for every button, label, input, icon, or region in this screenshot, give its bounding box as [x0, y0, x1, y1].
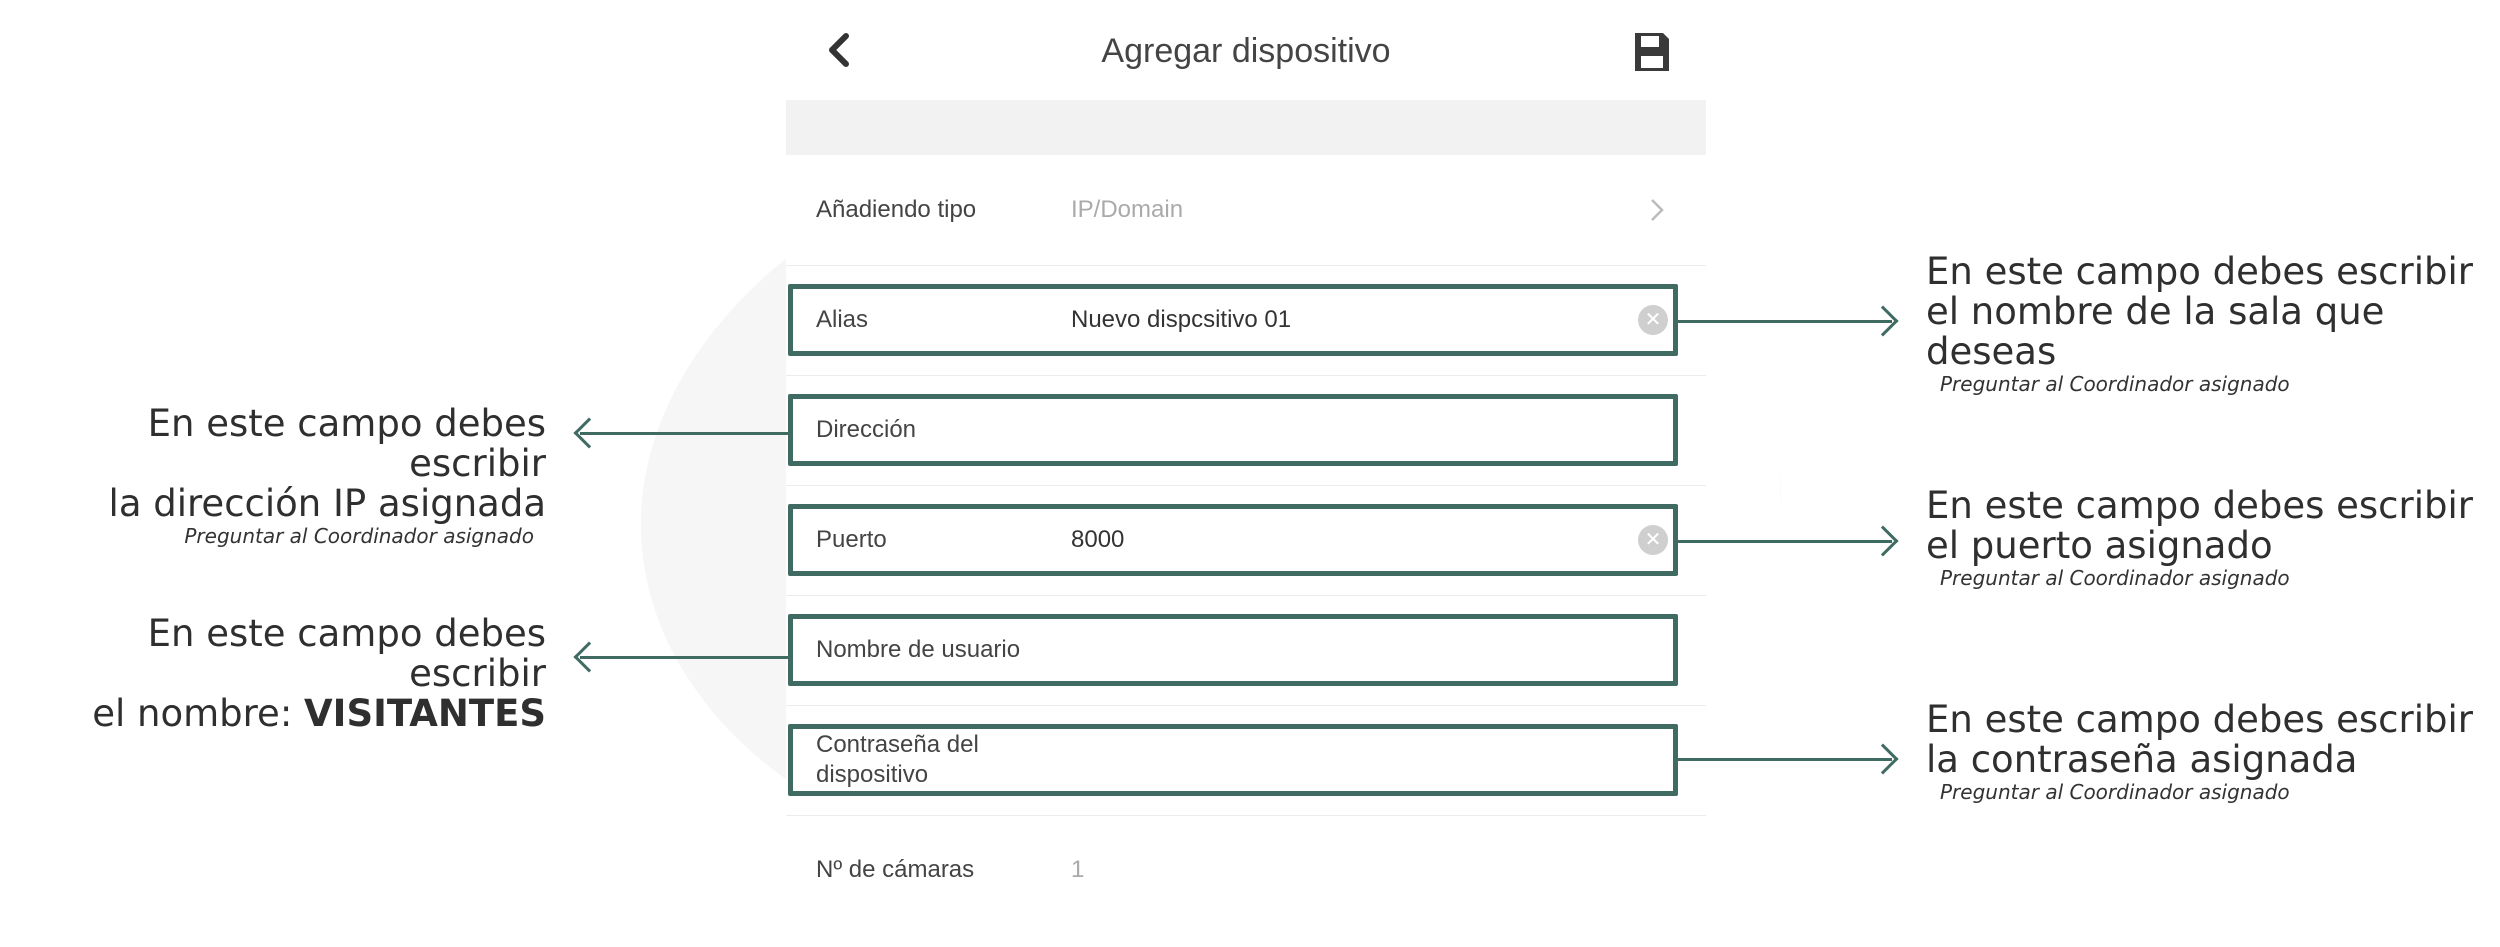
alias-annotation-line2: el nombre de la sala que deseas [1926, 290, 2385, 373]
alias-arrow [1676, 320, 1892, 323]
username-label: Nombre de usuario [816, 636, 1021, 663]
address-annotation: En este campo debes escribir la direcció… [0, 402, 546, 549]
address-annotation-line2: la dirección IP asignada [108, 482, 546, 525]
clear-icon[interactable]: ✕ [1638, 525, 1668, 555]
alias-label: Alias [816, 306, 869, 333]
arrow-right-icon [1867, 743, 1899, 775]
page-title: Agregar dispositivo [1101, 32, 1391, 70]
address-label: Dirección [816, 416, 917, 443]
address-row[interactable]: Dirección [786, 375, 1706, 486]
form: Añadiendo tipo IP/Domain Alias Nuevo dis… [786, 155, 1706, 926]
username-annotation-line1: En este campo debes escribir [147, 612, 546, 695]
username-annotation: En este campo debes escribir el nombre: … [0, 614, 546, 734]
address-arrow [580, 432, 790, 435]
floppy-disk-icon[interactable] [1632, 30, 1672, 74]
top-bar: Agregar dispositivo [786, 0, 1706, 100]
port-annotation-sub: Preguntar al Coordinador asignado [1940, 566, 2290, 590]
clear-icon[interactable]: ✕ [1638, 305, 1668, 335]
password-annotation-sub: Preguntar al Coordinador asignado [1940, 780, 2290, 804]
port-annotation-line2: el puerto asignado [1926, 524, 2273, 567]
adding-type-label: Añadiendo tipo [816, 196, 977, 223]
password-label: Contraseña del dispositivo [816, 731, 979, 788]
adding-type-row[interactable]: Añadiendo tipo IP/Domain [786, 155, 1706, 266]
cameras-label: Nº de cámaras [816, 856, 975, 883]
username-arrow [580, 656, 790, 659]
alias-annotation-line1: En este campo debes escribir [1926, 250, 2473, 293]
adding-type-value: IP/Domain [1071, 196, 1184, 223]
port-label: Puerto [816, 526, 887, 553]
arrow-left-icon [573, 641, 605, 673]
chevron-right-icon [1651, 199, 1664, 221]
username-annotation-bold: VISITANTES [304, 692, 546, 735]
cameras-value: 1 [1071, 856, 1085, 883]
arrow-right-icon [1867, 525, 1899, 557]
cameras-row[interactable]: Nº de cámaras 1 [786, 815, 1706, 925]
port-arrow [1676, 540, 1892, 543]
alias-annotation: En este campo debes escribir el nombre d… [1926, 250, 2500, 397]
phone-screen: Agregar dispositivo Añadiendo tipo IP/Do… [786, 0, 1706, 926]
password-annotation-line2: la contraseña asignada [1926, 738, 2358, 781]
port-annotation-line1: En este campo debes escribir [1926, 484, 2473, 527]
alias-annotation-sub: Preguntar al Coordinador asignado [1940, 372, 2290, 396]
arrow-left-icon [573, 417, 605, 449]
alias-row[interactable]: Alias Nuevo dispcsitivo 01 ✕ [786, 265, 1706, 376]
username-annotation-line2: el nombre: [92, 692, 305, 735]
port-annotation: En este campo debes escribir el puerto a… [1926, 484, 2473, 591]
port-row[interactable]: Puerto 8000 ✕ [786, 485, 1706, 596]
password-arrow [1676, 758, 1892, 761]
address-annotation-sub: Preguntar al Coordinador asignado [184, 524, 534, 548]
password-annotation-line1: En este campo debes escribir [1926, 698, 2473, 741]
arrow-right-icon [1867, 305, 1899, 337]
port-input[interactable]: 8000 [1071, 526, 1124, 554]
address-annotation-line1: En este campo debes escribir [147, 402, 546, 485]
section-separator [786, 100, 1706, 155]
password-row[interactable]: Contraseña del dispositivo [786, 705, 1706, 816]
password-annotation: En este campo debes escribir la contrase… [1926, 698, 2473, 805]
username-row[interactable]: Nombre de usuario [786, 595, 1706, 706]
alias-input[interactable]: Nuevo dispcsitivo 01 [1071, 306, 1291, 334]
